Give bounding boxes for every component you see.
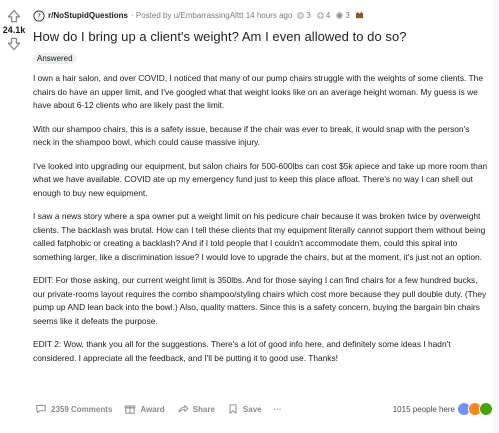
save-label: Save xyxy=(242,404,262,414)
viewers-indicator: 1015 people here xyxy=(393,402,493,416)
post-body: I own a hair salon, and over COVID, I no… xyxy=(33,72,488,365)
award-count: 4 xyxy=(325,11,331,20)
downvote-icon[interactable] xyxy=(6,36,22,52)
award-count: 3 xyxy=(306,11,311,20)
comments-label: 2359 Comments xyxy=(51,404,113,414)
award-count: 3 xyxy=(345,11,350,20)
post-title[interactable]: How do I bring up a client's weight? Am … xyxy=(33,29,488,44)
brown-award-icon[interactable] xyxy=(355,11,364,20)
subreddit-icon[interactable]: ? xyxy=(33,9,45,22)
vote-column: 24.1k xyxy=(0,8,28,52)
svg-text:?: ? xyxy=(37,12,41,20)
upvote-icon[interactable] xyxy=(6,8,22,24)
comments-button[interactable]: 2359 Comments xyxy=(35,403,112,415)
comment-icon xyxy=(36,404,46,414)
share-button[interactable]: Share xyxy=(177,403,215,415)
more-options-icon: ··· xyxy=(273,404,282,414)
post-flair[interactable]: Answered xyxy=(33,53,77,64)
save-button[interactable]: Save xyxy=(227,403,262,415)
award-label: Award xyxy=(140,404,165,414)
helpful-award-icon[interactable] xyxy=(316,11,325,20)
subreddit-link[interactable]: r/NoStupidQuestions xyxy=(48,11,128,20)
more-options-button[interactable]: ··· xyxy=(274,405,282,414)
post-paragraph: I've looked into upgrading our equipment… xyxy=(33,160,488,198)
silver-award-icon[interactable] xyxy=(296,11,305,20)
wholesome-award-icon[interactable] xyxy=(335,11,344,20)
post-paragraph: EDIT 2: Wow, thank you all for the sugge… xyxy=(33,339,451,363)
post-paragraph: I saw a news story where a spa owner put… xyxy=(33,211,486,262)
scrollbar[interactable] xyxy=(493,0,499,433)
gift-icon xyxy=(125,405,136,414)
post-paragraph: EDIT: For those asking, our current weig… xyxy=(33,275,487,326)
post-actions: 2359 Comments Award Share Save ··· 1015 … xyxy=(35,402,493,416)
award-button[interactable]: Award xyxy=(124,403,165,415)
avatar xyxy=(479,402,493,416)
post-content: ? r/NoStupidQuestions · Posted by u/Emba… xyxy=(33,8,488,375)
posted-by[interactable]: · Posted by u/EmbarrassingAlttt 14 hours… xyxy=(131,11,292,20)
vote-count: 24.1k xyxy=(2,25,26,35)
post-meta: ? r/NoStupidQuestions · Posted by u/Emba… xyxy=(33,8,488,23)
viewer-avatars xyxy=(457,402,493,416)
share-icon xyxy=(178,404,188,413)
bookmark-icon xyxy=(229,404,237,414)
post-paragraph: With our shampoo chairs, this is a safet… xyxy=(33,123,470,148)
share-label: Share xyxy=(192,404,215,414)
post-paragraph: I own a hair salon, and over COVID, I no… xyxy=(33,73,483,110)
viewers-count: 1015 people here xyxy=(392,404,455,414)
